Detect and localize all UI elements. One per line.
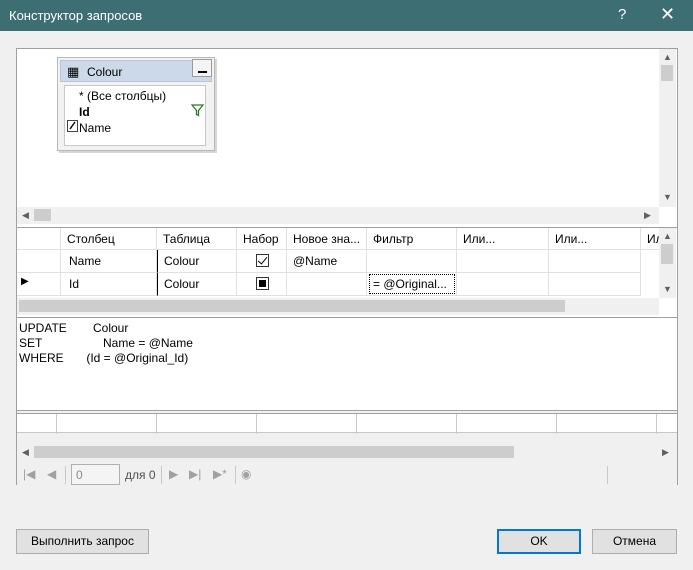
table-row-cell-filter[interactable]: = @Original... — [367, 273, 457, 296]
table-row-cell-table[interactable]: Colour — [157, 250, 237, 273]
row-selector[interactable] — [17, 250, 61, 273]
grid-horizontal-scrollbar[interactable] — [17, 298, 659, 315]
previous-record-icon[interactable]: ◀ — [47, 467, 56, 481]
table-row-cell-set[interactable] — [237, 273, 287, 296]
scroll-up-icon[interactable]: ▲ — [663, 52, 672, 62]
current-row-marker-icon: ▶ — [21, 276, 29, 287]
stop-icon[interactable]: ◉ — [241, 467, 251, 481]
column-item-name[interactable]: Name — [65, 120, 205, 136]
last-record-icon[interactable]: ▶| — [189, 467, 201, 481]
record-navigator: |◀ ◀ 0 для 0 ▶ ▶| ▶* ◉ — [17, 463, 677, 487]
table-row-cell-new-value[interactable]: @Name — [287, 250, 367, 273]
table-row-cell-column[interactable]: Id — [61, 273, 157, 296]
sql-line: WHERE (Id = @Original_Id) — [19, 351, 189, 365]
column-item-id[interactable]: Id — [65, 104, 205, 120]
table-row-cell-or-2[interactable] — [549, 250, 641, 273]
table-row-cell-new-value[interactable] — [287, 273, 367, 296]
scroll-left-icon[interactable]: ◀ — [22, 447, 29, 458]
header-column[interactable]: Столбец — [61, 228, 157, 250]
header-or-3[interactable]: Ил — [641, 228, 659, 250]
close-icon[interactable]: ✕ — [660, 4, 675, 25]
scroll-right-icon[interactable]: ▶ — [644, 210, 651, 221]
scroll-down-icon[interactable]: ▼ — [663, 284, 672, 294]
criteria-grid[interactable]: Столбец Таблица Набор Новое зна... Фильт… — [17, 227, 677, 317]
scroll-thumb[interactable] — [661, 65, 673, 81]
scroll-thumb[interactable] — [19, 300, 565, 312]
results-horizontal-scrollbar[interactable]: ◀ ▶ — [17, 444, 677, 461]
cancel-button[interactable]: Отмена — [592, 529, 677, 554]
table-row-cell-or-2[interactable] — [549, 273, 641, 296]
query-designer-panel: ▦ Colour * (Все столбцы) Id Name ▲ ▼ ◀ ▶… — [16, 48, 678, 485]
results-pane: ◀ ▶ |◀ ◀ 0 для 0 ▶ ▶| ▶* ◉ — [17, 410, 677, 485]
grid-corner — [17, 228, 61, 250]
record-position-input[interactable]: 0 — [71, 464, 120, 485]
header-table[interactable]: Таблица — [157, 228, 237, 250]
sql-pane[interactable]: UPDATE Colour SET Name = @Name WHERE (Id… — [17, 317, 677, 410]
header-filter[interactable]: Фильтр — [367, 228, 457, 250]
column-item-all[interactable]: * (Все столбцы) — [65, 88, 205, 104]
row-selector[interactable]: ▶ — [17, 273, 61, 296]
table-row-cell-or-1[interactable] — [457, 273, 549, 296]
scroll-right-icon[interactable]: ▶ — [662, 447, 669, 458]
header-set[interactable]: Набор — [237, 228, 287, 250]
header-new-value[interactable]: Новое зна... — [287, 228, 367, 250]
next-record-icon[interactable]: ▶ — [169, 467, 178, 481]
table-box-title: Colour — [87, 65, 123, 79]
grid-vertical-scrollbar[interactable]: ▲ ▼ — [659, 228, 676, 298]
header-or-2[interactable]: Или... — [549, 228, 641, 250]
sql-line: SET Name = @Name — [19, 336, 193, 350]
title-bar: Конструктор запросов ? ✕ — [0, 0, 693, 31]
help-button[interactable]: ? — [618, 6, 626, 23]
diagram-vertical-scrollbar[interactable]: ▲ ▼ — [659, 49, 676, 207]
table-row-cell-set[interactable] — [237, 250, 287, 273]
scroll-thumb[interactable] — [34, 209, 51, 221]
table-row-cell-or-1[interactable] — [457, 250, 549, 273]
scroll-left-icon[interactable]: ◀ — [22, 210, 29, 221]
new-record-icon[interactable]: ▶* — [213, 467, 227, 481]
table-icon: ▦ — [67, 64, 80, 79]
header-or-1[interactable]: Или... — [457, 228, 549, 250]
diagram-horizontal-scrollbar[interactable]: ◀ ▶ — [17, 207, 659, 224]
window-title: Конструктор запросов — [9, 8, 143, 23]
set-checkbox[interactable] — [256, 277, 269, 290]
minimize-table-button[interactable] — [192, 59, 212, 77]
filter-icon — [190, 104, 205, 120]
first-record-icon[interactable]: |◀ — [23, 467, 35, 481]
table-columns-list: * (Все столбцы) Id Name — [64, 85, 206, 146]
table-row-cell-table[interactable]: Colour — [157, 273, 237, 296]
table-row-cell-filter[interactable] — [367, 250, 457, 273]
table-box-colour[interactable]: ▦ Colour * (Все столбцы) Id Name — [57, 57, 215, 151]
scroll-up-icon[interactable]: ▲ — [663, 231, 672, 241]
ok-button[interactable]: OK — [497, 529, 581, 554]
diagram-pane[interactable]: ▦ Colour * (Все столбцы) Id Name ▲ ▼ ◀ ▶ — [17, 49, 677, 227]
record-count-label: для 0 — [125, 468, 156, 482]
pencil-icon — [67, 120, 78, 135]
sql-line: UPDATE Colour — [19, 321, 129, 335]
table-box-header[interactable]: ▦ Colour — [60, 60, 212, 82]
scroll-thumb[interactable] — [34, 446, 514, 458]
results-grid[interactable] — [17, 413, 677, 434]
scroll-thumb[interactable] — [661, 244, 673, 264]
table-row-cell-column[interactable]: Name — [61, 250, 157, 273]
set-checkbox[interactable] — [256, 254, 269, 267]
scroll-down-icon[interactable]: ▼ — [663, 192, 672, 202]
execute-query-button[interactable]: Выполнить запрос — [16, 529, 149, 554]
